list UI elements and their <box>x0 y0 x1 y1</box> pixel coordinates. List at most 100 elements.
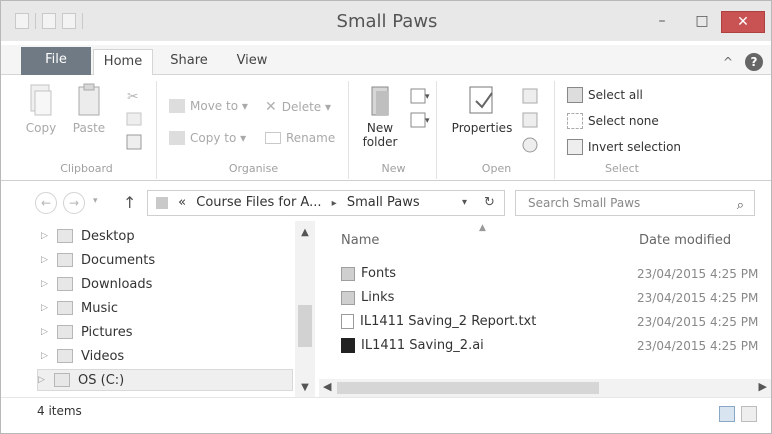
details-view-icon[interactable] <box>719 406 735 422</box>
file-row[interactable]: IL1411 Saving_2.ai 23/04/2015 4:25 PM <box>319 335 771 357</box>
back-button[interactable]: ← <box>35 192 57 214</box>
address-prefix[interactable]: « <box>178 195 186 210</box>
minimize-button[interactable]: – <box>645 11 679 33</box>
copy-to-button[interactable]: Copy to ▾ <box>169 131 246 145</box>
new-folder-button[interactable]: New folder <box>355 83 405 149</box>
organise-group-label: Organise <box>228 162 279 175</box>
file-name-cell: IL1411 Saving_2 Report.txt <box>341 314 536 329</box>
svg-text:✂: ✂ <box>127 89 139 105</box>
open-group-label: Open <box>481 162 512 175</box>
breadcrumb-small-paws[interactable]: Small Paws <box>347 195 420 210</box>
address-dropdown-icon[interactable]: ▾ <box>462 191 467 215</box>
large-icons-view-icon[interactable] <box>741 406 757 422</box>
paste-label: Paste <box>72 121 106 135</box>
expand-icon[interactable]: ▷ <box>41 327 49 337</box>
search-icon[interactable]: ⌕ <box>737 194 744 218</box>
invert-selection-button[interactable]: Invert selection <box>567 139 681 155</box>
breadcrumb-course-files[interactable]: Course Files for A... <box>196 195 321 210</box>
address-row: ← → ▾ ↑ « Course Files for A... ▸ Small … <box>1 185 771 219</box>
help-icon[interactable]: ? <box>745 53 763 71</box>
select-group-label: Select <box>605 162 639 175</box>
column-header-date-modified[interactable]: Date modified <box>639 233 731 248</box>
nav-pane-scrollbar[interactable]: ▲ ▼ <box>295 221 315 397</box>
scroll-right-icon[interactable]: ▶ <box>759 380 767 393</box>
close-button[interactable]: ✕ <box>721 11 765 33</box>
nav-item-os-c[interactable]: ▷ OS (C:) <box>37 369 293 391</box>
expand-icon[interactable]: ▷ <box>41 231 49 241</box>
maximize-button[interactable]: □ <box>685 11 719 33</box>
nav-item-downloads[interactable]: ▷ Downloads <box>41 273 152 295</box>
file-name-cell: Fonts <box>341 266 396 281</box>
copy-icon <box>30 84 52 116</box>
navigation-pane: ▷ Desktop ▷ Documents ▷ Downloads ▷ Musi… <box>1 221 317 397</box>
clipboard-small-icons[interactable]: ✂ <box>125 87 143 157</box>
expand-icon[interactable]: ▷ <box>41 279 49 289</box>
new-group-label: New <box>381 162 406 175</box>
invert-selection-label: Invert selection <box>588 140 682 154</box>
forward-button[interactable]: → <box>63 192 85 214</box>
nav-item-pictures[interactable]: ▷ Pictures <box>41 321 132 343</box>
column-header-name[interactable]: Name <box>341 233 379 248</box>
view-switcher <box>719 406 757 422</box>
properties-button[interactable]: Properties <box>447 83 517 135</box>
new-item-icons[interactable]: ▾▾ <box>409 87 431 131</box>
file-row[interactable]: Fonts 23/04/2015 4:25 PM <box>319 263 771 285</box>
expand-icon[interactable]: ▷ <box>38 375 46 385</box>
expand-icon[interactable]: ▷ <box>41 303 49 313</box>
file-row[interactable]: IL1411 Saving_2 Report.txt 23/04/2015 4:… <box>319 311 771 333</box>
desktop-icon <box>57 229 73 243</box>
file-row[interactable]: Links 23/04/2015 4:25 PM <box>319 287 771 309</box>
search-placeholder: Search Small Paws <box>528 196 641 210</box>
tab-file[interactable]: File <box>21 47 91 75</box>
nav-item-music[interactable]: ▷ Music <box>41 297 118 319</box>
music-icon <box>57 301 73 315</box>
move-to-icon <box>169 99 185 113</box>
address-bar[interactable]: « Course Files for A... ▸ Small Paws ▾ ↻ <box>147 190 505 216</box>
search-input[interactable]: Search Small Paws ⌕ <box>515 190 755 216</box>
select-none-button[interactable]: Select none <box>567 113 659 129</box>
clipboard-group-label: Clipboard <box>60 162 113 175</box>
paste-button[interactable]: Paste <box>67 83 111 135</box>
tab-home[interactable]: Home <box>93 49 153 75</box>
select-all-icon <box>567 87 583 103</box>
expand-icon[interactable]: ▷ <box>41 255 49 265</box>
illustrator-file-icon <box>341 338 355 353</box>
rename-button[interactable]: Rename <box>265 131 335 145</box>
scrollbar-thumb[interactable] <box>337 382 599 394</box>
open-small-icons[interactable] <box>521 87 545 157</box>
explorer-window: Small Paws – □ ✕ File Home Share View ^ … <box>0 0 772 434</box>
tab-share[interactable]: Share <box>161 49 217 75</box>
ribbon: Copy Paste ✂ Clipboard Move to ▾ Copy to… <box>1 75 771 181</box>
select-all-button[interactable]: Select all <box>567 87 643 103</box>
refresh-icon[interactable]: ↻ <box>484 191 495 215</box>
expand-icon[interactable]: ▷ <box>41 351 49 361</box>
move-to-label: Move to ▾ <box>190 99 248 113</box>
copy-button[interactable]: Copy <box>19 83 63 135</box>
move-to-button[interactable]: Move to ▾ <box>169 99 248 113</box>
file-name: Links <box>361 290 395 305</box>
delete-button[interactable]: ✕ Delete ▾ <box>265 99 331 115</box>
nav-item-desktop[interactable]: ▷ Desktop <box>41 225 135 247</box>
file-date: 23/04/2015 4:25 PM <box>637 267 759 281</box>
up-button[interactable]: ↑ <box>123 193 136 212</box>
nav-item-documents[interactable]: ▷ Documents <box>41 249 155 271</box>
scroll-down-icon[interactable]: ▼ <box>295 382 315 393</box>
nav-item-label: Pictures <box>81 324 133 340</box>
scroll-up-icon[interactable]: ▲ <box>295 227 315 238</box>
tab-view[interactable]: View <box>227 49 277 75</box>
ribbon-controls: ^ ? <box>723 53 763 71</box>
nav-item-videos[interactable]: ▷ Videos <box>41 345 124 367</box>
file-list-horizontal-scrollbar[interactable]: ◀ ▶ <box>319 379 771 397</box>
scrollbar-thumb[interactable] <box>298 305 312 347</box>
recent-locations-icon[interactable]: ▾ <box>93 196 98 206</box>
open-group: Properties Open <box>439 81 555 179</box>
scroll-left-icon[interactable]: ◀ <box>323 380 331 393</box>
sort-ascending-icon: ▲ <box>479 223 486 233</box>
file-name-cell: IL1411 Saving_2.ai <box>341 338 484 353</box>
file-date: 23/04/2015 4:25 PM <box>637 291 759 305</box>
copy-label: Copy <box>25 121 57 135</box>
file-date: 23/04/2015 4:25 PM <box>637 339 759 353</box>
select-none-label: Select none <box>588 114 659 128</box>
delete-icon: ✕ <box>265 99 277 115</box>
collapse-ribbon-button[interactable]: ^ <box>723 55 733 69</box>
